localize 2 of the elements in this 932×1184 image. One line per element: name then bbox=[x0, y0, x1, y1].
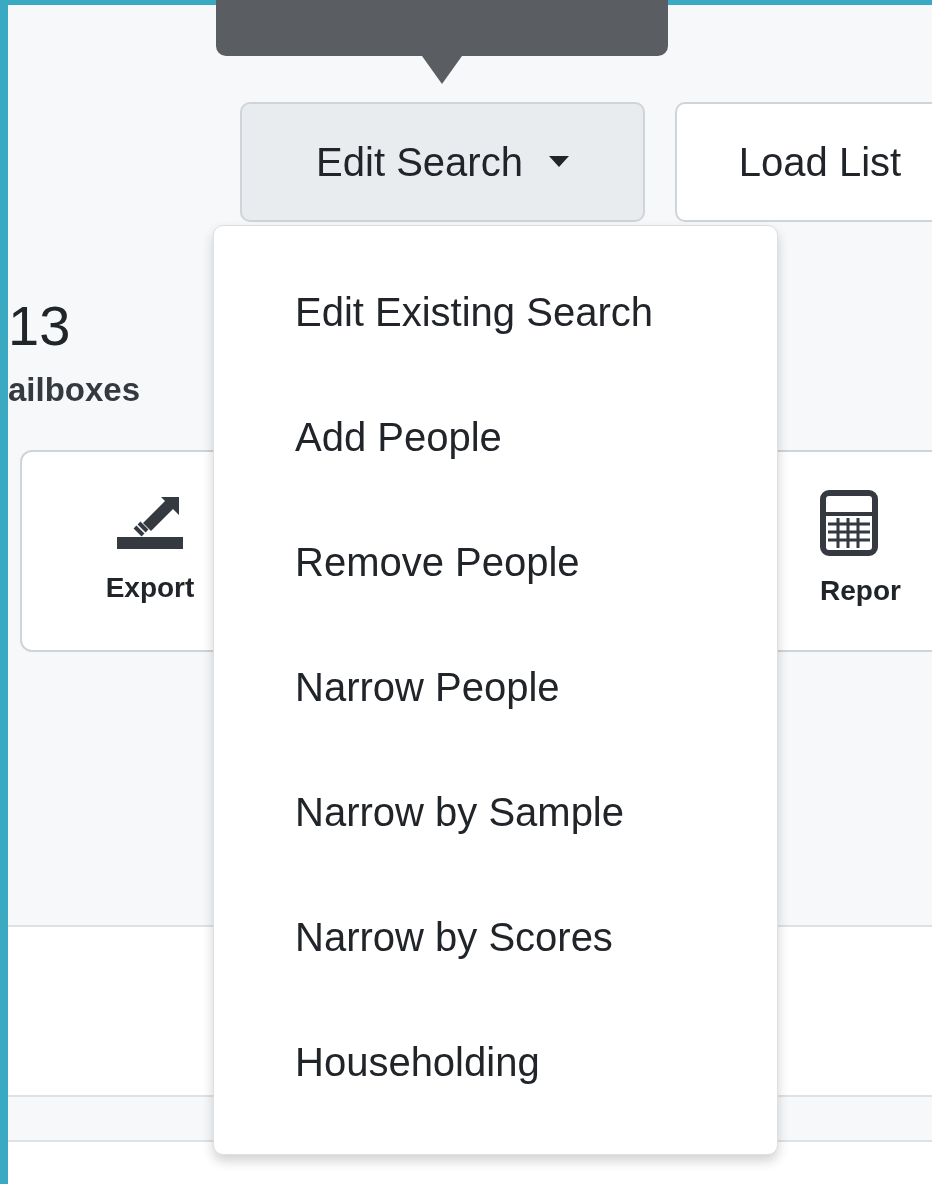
stat-label: ailboxes bbox=[8, 370, 141, 410]
stat-value: 13 bbox=[8, 296, 71, 356]
